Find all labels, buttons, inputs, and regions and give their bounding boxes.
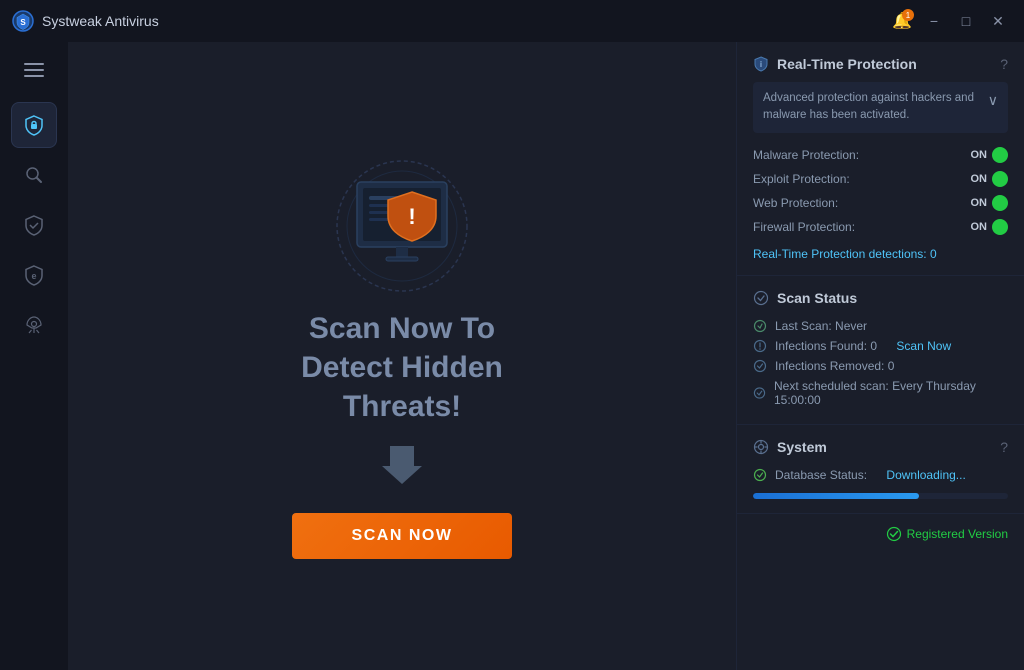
- system-header: System ?: [753, 439, 1008, 455]
- app-logo-icon: S: [12, 10, 34, 32]
- shield-lock-icon: [23, 114, 45, 136]
- app-title: Systweak Antivirus: [42, 13, 159, 29]
- download-progress-bar: [753, 493, 919, 499]
- scan-status-header: Scan Status: [753, 290, 1008, 306]
- firewall-protection-item: Firewall Protection: ON: [753, 215, 1008, 239]
- rtp-description: Advanced protection against hackers and …: [753, 82, 1008, 133]
- scan-status-icon: [753, 290, 769, 306]
- exploit-toggle[interactable]: ON: [971, 171, 1009, 187]
- notification-button[interactable]: 🔔 1: [888, 7, 916, 35]
- identity-icon: e: [23, 264, 45, 286]
- maximize-button[interactable]: □: [952, 7, 980, 35]
- last-scan-icon: [753, 319, 767, 333]
- rtp-detections: Real-Time Protection detections: 0: [753, 247, 1008, 261]
- shield-info-icon: i: [753, 56, 769, 72]
- check-shield-icon: [23, 214, 45, 236]
- rtp-header: i Real-Time Protection ?: [753, 56, 1008, 72]
- hamburger-line-1: [24, 63, 44, 65]
- rocket-icon: [23, 314, 45, 336]
- scan-status-section: Scan Status Last Scan: Never Infections …: [737, 276, 1024, 425]
- registered-version-label: Registered Version: [886, 526, 1008, 542]
- hero-illustration: !: [312, 154, 492, 309]
- malware-protection-item: Malware Protection: ON: [753, 143, 1008, 167]
- svg-text:i: i: [760, 60, 762, 69]
- hero-heading: Scan Now To Detect Hidden Threats!: [301, 309, 503, 426]
- web-toggle-dot: [992, 195, 1008, 211]
- system-help-icon[interactable]: ?: [1000, 439, 1008, 455]
- registered-check-icon: [886, 526, 902, 542]
- infections-found-item: Infections Found: 0 Scan Now: [753, 336, 1008, 356]
- malware-toggle[interactable]: ON: [971, 147, 1009, 163]
- system-section: System ? Database Status: Downloading...: [737, 425, 1024, 514]
- rtp-expand-chevron-icon[interactable]: ∨: [988, 90, 998, 111]
- title-bar: S Systweak Antivirus 🔔 1 − □ ✕: [0, 0, 1024, 42]
- exploit-toggle-dot: [992, 171, 1008, 187]
- web-protection-item: Web Protection: ON: [753, 191, 1008, 215]
- system-title: System: [753, 439, 827, 455]
- malware-toggle-dot: [992, 147, 1008, 163]
- firewall-toggle[interactable]: ON: [971, 219, 1009, 235]
- scan-now-button[interactable]: SCAN NOW: [292, 513, 513, 559]
- rtp-help-icon[interactable]: ?: [1000, 56, 1008, 72]
- search-icon: [24, 165, 44, 185]
- infections-found-icon: [753, 339, 767, 353]
- next-scan-icon: [753, 386, 766, 400]
- sidebar-hamburger-button[interactable]: [14, 52, 54, 88]
- minimize-button[interactable]: −: [920, 7, 948, 35]
- title-bar-controls: 🔔 1 − □ ✕: [888, 7, 1012, 35]
- hamburger-line-3: [24, 75, 44, 77]
- sidebar-item-security[interactable]: [11, 202, 57, 248]
- last-scan-item: Last Scan: Never: [753, 316, 1008, 336]
- sidebar-item-scan[interactable]: [11, 152, 57, 198]
- system-icon: [753, 439, 769, 455]
- main-layout: e: [0, 42, 1024, 670]
- web-toggle[interactable]: ON: [971, 195, 1009, 211]
- infections-removed-icon: [753, 359, 767, 373]
- download-progress-bar-container: [753, 493, 1008, 499]
- next-scan-item: Next scheduled scan: Every Thursday 15:0…: [753, 376, 1008, 410]
- firewall-toggle-dot: [992, 219, 1008, 235]
- content-area: ! Scan Now To Detect Hidden Threats! SCA…: [68, 42, 736, 670]
- real-time-protection-section: i Real-Time Protection ? Advanced protec…: [737, 42, 1024, 276]
- database-status-item: Database Status: Downloading...: [753, 465, 1008, 485]
- exploit-protection-item: Exploit Protection: ON: [753, 167, 1008, 191]
- database-status-icon: [753, 468, 767, 482]
- sidebar: e: [0, 42, 68, 670]
- center-panel: ! Scan Now To Detect Hidden Threats! SCA…: [68, 42, 736, 670]
- svg-text:!: !: [408, 204, 415, 229]
- svg-text:e: e: [31, 271, 36, 281]
- sidebar-item-protection[interactable]: [11, 102, 57, 148]
- notification-badge: 1: [902, 9, 914, 21]
- arrow-down-icon: [382, 446, 422, 493]
- registered-footer: Registered Version: [737, 514, 1024, 554]
- database-status-value: Downloading...: [886, 468, 965, 482]
- rtp-title: i Real-Time Protection: [753, 56, 917, 72]
- right-panel: i Real-Time Protection ? Advanced protec…: [736, 42, 1024, 670]
- sidebar-item-identity[interactable]: e: [11, 252, 57, 298]
- scan-status-title: Scan Status: [753, 290, 857, 306]
- title-bar-left: S Systweak Antivirus: [12, 10, 888, 32]
- infections-removed-item: Infections Removed: 0: [753, 356, 1008, 376]
- scan-now-link[interactable]: Scan Now: [896, 339, 951, 353]
- sidebar-item-booster[interactable]: [11, 302, 57, 348]
- svg-text:S: S: [20, 18, 26, 27]
- hamburger-line-2: [24, 69, 44, 71]
- close-button[interactable]: ✕: [984, 7, 1012, 35]
